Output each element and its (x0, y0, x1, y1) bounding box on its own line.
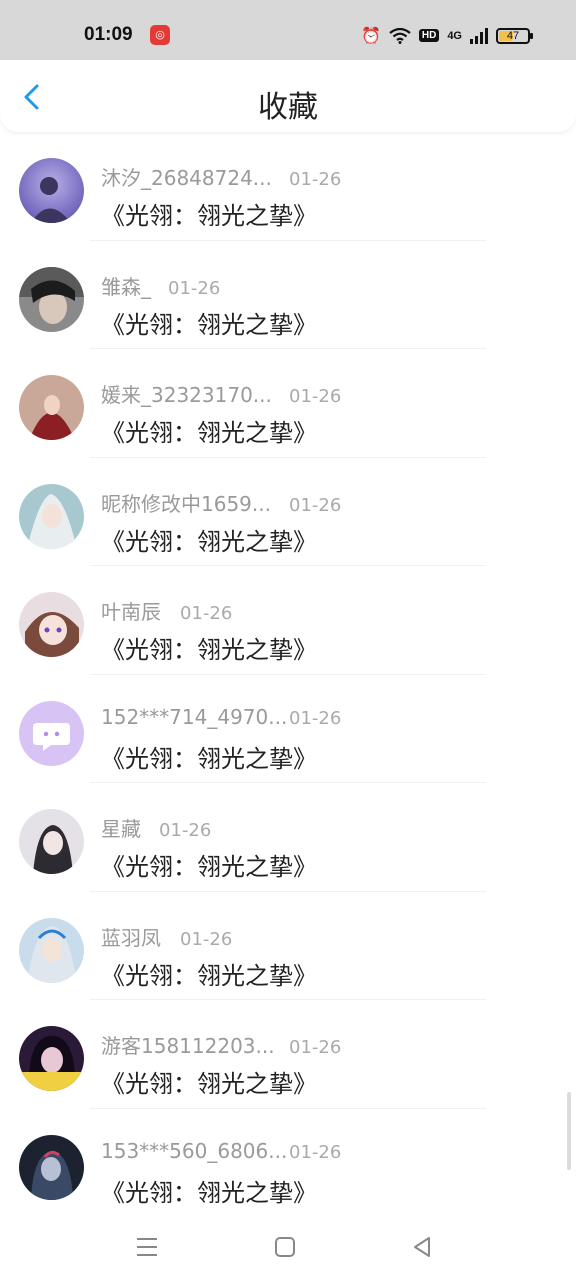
user-name: 152***714_4970... (101, 704, 288, 729)
list-item[interactable]: 叶南辰 01-26 《光翎：翎光之挚》 (0, 566, 576, 675)
list-item[interactable]: 游客158112203... 01-26 《光翎：翎光之挚》 (0, 1000, 576, 1109)
item-title: 《光翎：翎光之挚》 (101, 202, 317, 230)
item-date: 01-26 (289, 707, 342, 729)
item-date: 01-26 (180, 928, 233, 950)
avatar (19, 809, 84, 874)
item-date: 01-26 (289, 386, 342, 407)
app-notification-icon: ◎ (150, 25, 170, 45)
avatar (19, 592, 84, 657)
avatar (19, 700, 84, 766)
item-title: 《光翎：翎光之挚》 (101, 419, 317, 447)
list-item[interactable]: 蓝羽凤 01-26 《光翎：翎光之挚》 (0, 892, 576, 1000)
signal-icon (470, 27, 488, 44)
item-date: 01-26 (168, 277, 221, 299)
user-name: 游客158112203... (101, 1034, 275, 1058)
home-icon[interactable] (270, 1232, 300, 1262)
item-date: 01-26 (289, 1141, 342, 1163)
battery-level: 47 (506, 29, 520, 42)
item-date: 01-26 (180, 603, 233, 624)
user-name: 星藏 (101, 817, 141, 841)
avatar (19, 266, 84, 332)
user-name: 叶南辰 (101, 600, 161, 624)
system-nav-bar (0, 1212, 576, 1280)
list-item[interactable]: 昵称修改中1659... 01-26 《光翎：翎光之挚》 (0, 458, 576, 566)
status-icons: ⏰ HD 4G 47 (360, 26, 533, 45)
item-title: 《光翎：翎光之挚》 (101, 1070, 317, 1098)
hd-icon: HD (418, 29, 440, 42)
favorites-list: 沐汐_26848724... 01-26 《光翎：翎光之挚》 雏森_ 01-26 《… (0, 132, 576, 1212)
menu-icon[interactable] (132, 1232, 162, 1262)
item-date: 01-26 (289, 169, 342, 190)
item-title: 《光翎：翎光之挚》 (101, 853, 317, 881)
item-title: 《光翎：翎光之挚》 (101, 310, 317, 339)
avatar (19, 158, 84, 223)
item-date: 01-26 (289, 1037, 342, 1058)
alarm-icon: ⏰ (360, 26, 381, 45)
item-title: 《光翎：翎光之挚》 (101, 961, 317, 990)
avatar (19, 483, 84, 549)
avatar (19, 917, 84, 983)
wifi-icon (389, 27, 411, 44)
user-name: 媛来_32323170... (101, 383, 272, 407)
page-title: 收藏 (258, 90, 318, 125)
network-type: 4G (447, 29, 462, 42)
item-title: 《光翎：翎光之挚》 (101, 636, 317, 664)
item-title: 《光翎：翎光之挚》 (101, 527, 317, 556)
status-bar: 01:09 ◎ ⏰ HD 4G 47 (0, 0, 576, 60)
list-item[interactable]: 星藏 01-26 《光翎：翎光之挚》 (0, 783, 576, 892)
battery-icon: 47 (496, 27, 533, 44)
back-icon[interactable] (407, 1232, 437, 1262)
avatar (19, 375, 84, 440)
scrollbar[interactable] (567, 1092, 571, 1170)
avatar (19, 1026, 84, 1091)
list-item[interactable]: 媛来_32323170... 01-26 《光翎：翎光之挚》 (0, 349, 576, 458)
list-item[interactable]: 153***560_6806...01-26 《光翎：翎光之挚》 (0, 1109, 576, 1213)
user-name: 雏森_ (101, 274, 151, 299)
status-time: 01:09 (84, 24, 133, 45)
user-name: 蓝羽凤 (101, 925, 161, 950)
item-title: 《光翎：翎光之挚》 (101, 1178, 317, 1207)
list-item[interactable]: 152***714_4970...01-26 《光翎：翎光之挚》 (0, 675, 576, 783)
list-item[interactable]: 雏森_ 01-26 《光翎：翎光之挚》 (0, 241, 576, 349)
user-name: 153***560_6806... (101, 1138, 288, 1163)
app-header: 收藏 (0, 60, 576, 132)
item-date: 01-26 (159, 820, 212, 841)
list-item[interactable]: 沐汐_26848724... 01-26 《光翎：翎光之挚》 (0, 132, 576, 241)
avatar (19, 1134, 84, 1200)
item-date: 01-26 (289, 494, 342, 516)
user-name: 昵称修改中1659... (101, 491, 271, 516)
user-name: 沐汐_26848724... (101, 166, 272, 190)
item-title: 《光翎：翎光之挚》 (101, 744, 317, 773)
